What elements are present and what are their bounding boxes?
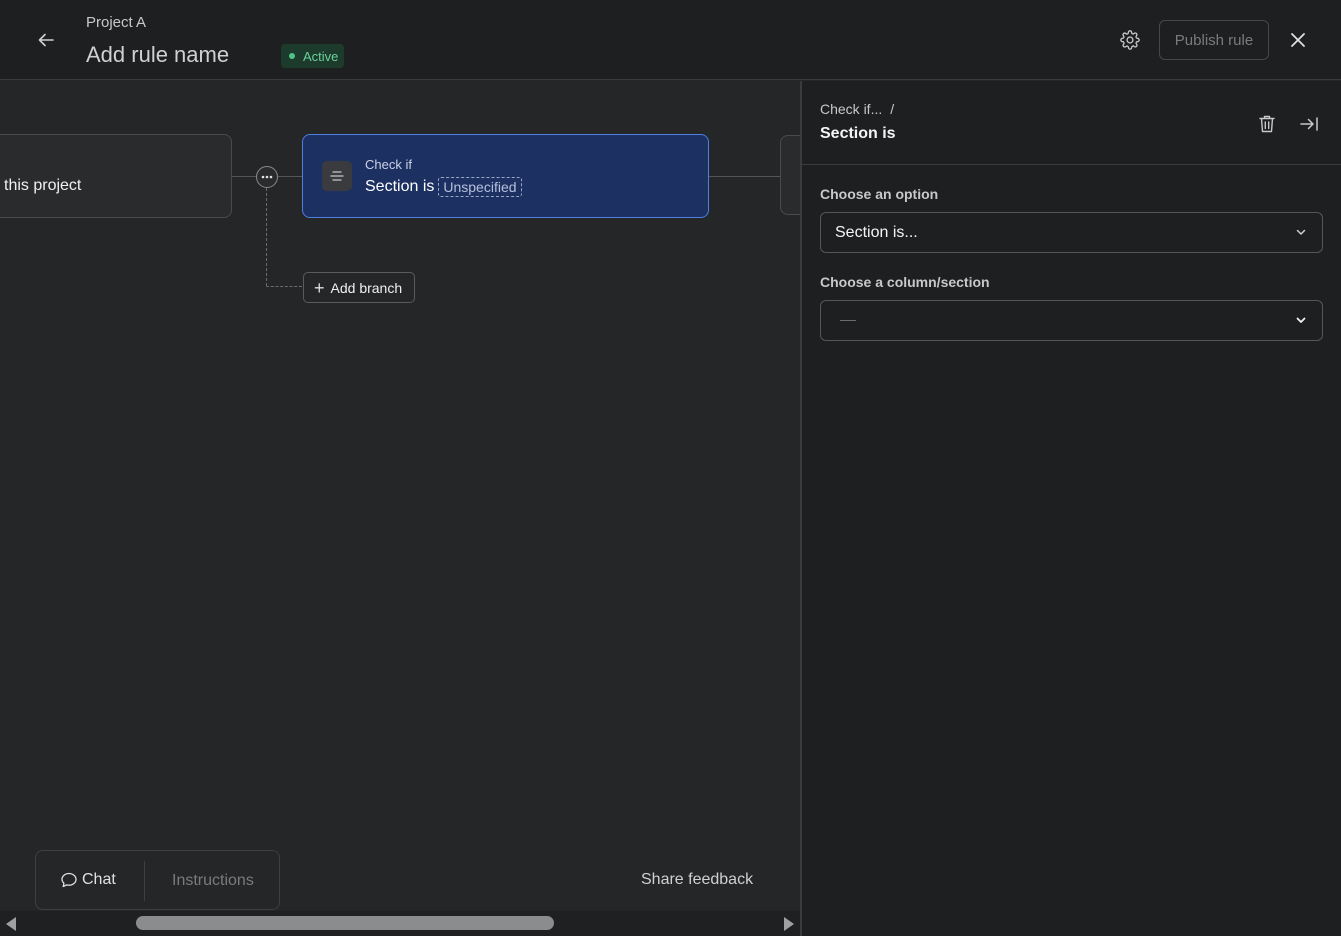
connector-line bbox=[278, 176, 302, 177]
trigger-label: this project bbox=[4, 177, 82, 194]
scroll-right-arrow-icon[interactable] bbox=[784, 917, 794, 931]
status-badge[interactable]: Active bbox=[281, 44, 345, 68]
collapse-panel-button[interactable] bbox=[1296, 111, 1322, 137]
project-name[interactable]: Project A bbox=[86, 14, 146, 31]
more-options-button[interactable] bbox=[256, 166, 278, 188]
add-branch-button[interactable]: + Add branch bbox=[303, 272, 415, 303]
check-if-card[interactable]: Check if Section is Unspecified bbox=[302, 134, 709, 218]
check-title: Check if bbox=[365, 157, 412, 172]
chevron-down-icon bbox=[1296, 229, 1306, 235]
column-label: Choose a column/section bbox=[820, 274, 990, 290]
status-dot-icon bbox=[289, 53, 295, 59]
tab-chat[interactable]: Chat bbox=[60, 871, 116, 889]
unspecified-token[interactable]: Unspecified bbox=[438, 177, 522, 197]
assistant-tabs: Chat Instructions bbox=[35, 850, 280, 910]
publish-rule-button[interactable]: Publish rule bbox=[1159, 20, 1269, 60]
chat-bubble-icon bbox=[61, 872, 77, 888]
share-feedback-link[interactable]: Share feedback bbox=[641, 871, 753, 889]
tab-divider bbox=[144, 861, 145, 901]
scroll-left-arrow-icon[interactable] bbox=[6, 917, 16, 931]
option-value: Section is... bbox=[835, 223, 918, 241]
rule-canvas[interactable]: this project Check if Section is Unspeci… bbox=[0, 81, 800, 936]
delete-button[interactable] bbox=[1254, 111, 1280, 137]
chevron-down-icon bbox=[1296, 317, 1306, 323]
arrow-left-icon bbox=[38, 33, 54, 47]
horizontal-scrollbar[interactable] bbox=[0, 911, 800, 936]
chat-label: Chat bbox=[82, 871, 116, 888]
gear-icon bbox=[1120, 30, 1140, 50]
trigger-card[interactable]: this project bbox=[0, 134, 232, 218]
rule-name-input[interactable]: Add rule name bbox=[86, 42, 229, 68]
scroll-thumb[interactable] bbox=[136, 916, 554, 930]
details-panel: Check if... / Section is Choose an option… bbox=[800, 81, 1341, 936]
trash-icon bbox=[1259, 115, 1275, 133]
connector-line bbox=[709, 176, 780, 177]
tab-instructions[interactable]: Instructions bbox=[172, 872, 254, 890]
back-button[interactable] bbox=[30, 24, 62, 56]
next-action-card[interactable] bbox=[780, 135, 800, 215]
more-dots-icon bbox=[261, 175, 273, 179]
option-select[interactable]: Section is... bbox=[820, 212, 1323, 253]
branch-connector bbox=[266, 286, 302, 287]
breadcrumb-separator: / bbox=[890, 101, 895, 117]
branch-connector bbox=[266, 188, 267, 286]
header: Project A Add rule name Active Publish r… bbox=[0, 0, 1341, 80]
collapse-right-icon bbox=[1300, 117, 1318, 131]
breadcrumb-item[interactable]: Check if... bbox=[820, 101, 882, 117]
empty-placeholder bbox=[840, 320, 856, 321]
close-button[interactable] bbox=[1282, 24, 1314, 56]
breadcrumb: Check if... / bbox=[820, 101, 894, 117]
panel-divider bbox=[802, 164, 1341, 165]
check-description: Section is Unspecified bbox=[365, 177, 522, 197]
column-select[interactable] bbox=[820, 300, 1323, 341]
condition-icon bbox=[322, 161, 352, 191]
connector-line bbox=[232, 176, 256, 177]
option-label: Choose an option bbox=[820, 186, 939, 202]
check-condition: Section is bbox=[365, 178, 435, 195]
settings-button[interactable] bbox=[1114, 24, 1146, 56]
status-label: Active bbox=[303, 48, 339, 64]
panel-title: Section is bbox=[820, 125, 896, 142]
plus-icon: + bbox=[314, 277, 325, 298]
add-branch-label: Add branch bbox=[330, 279, 403, 296]
close-icon bbox=[1291, 33, 1305, 47]
